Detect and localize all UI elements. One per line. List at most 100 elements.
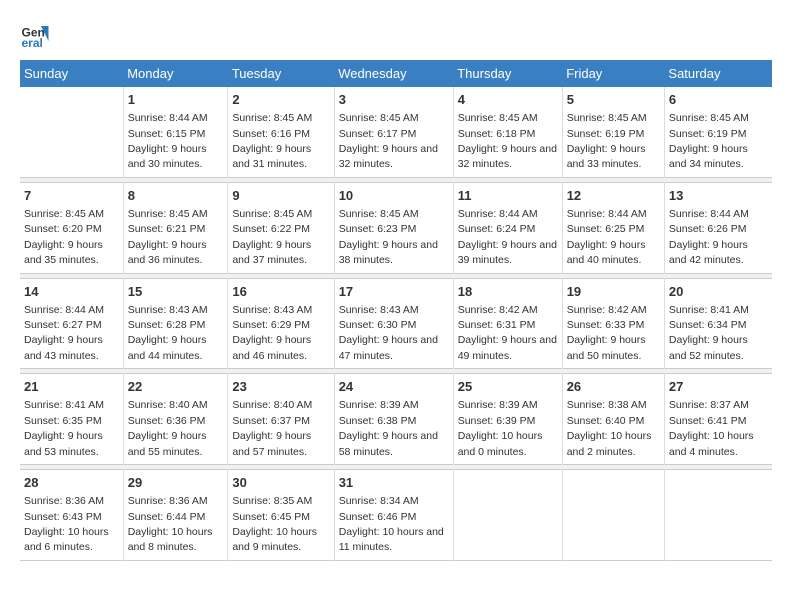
day-number: 15 bbox=[128, 283, 224, 301]
day-number: 1 bbox=[128, 91, 224, 109]
day-number: 4 bbox=[458, 91, 558, 109]
calendar-cell bbox=[20, 87, 123, 177]
daylight-text: Daylight: 9 hours and 47 minutes. bbox=[339, 334, 438, 361]
sunrise-text: Sunrise: 8:40 AM bbox=[232, 399, 312, 411]
calendar-header-row: SundayMondayTuesdayWednesdayThursdayFrid… bbox=[20, 60, 772, 87]
daylight-text: Daylight: 9 hours and 52 minutes. bbox=[669, 334, 748, 361]
sunset-text: Sunset: 6:19 PM bbox=[567, 128, 645, 140]
daylight-text: Daylight: 9 hours and 53 minutes. bbox=[24, 430, 103, 457]
calendar-cell: 1 Sunrise: 8:44 AM Sunset: 6:15 PM Daylight… bbox=[123, 87, 228, 177]
sunset-text: Sunset: 6:26 PM bbox=[669, 223, 747, 235]
day-number: 2 bbox=[232, 91, 329, 109]
sunrise-text: Sunrise: 8:45 AM bbox=[232, 112, 312, 124]
daylight-text: Daylight: 9 hours and 50 minutes. bbox=[567, 334, 646, 361]
daylight-text: Daylight: 9 hours and 30 minutes. bbox=[128, 143, 207, 170]
sunset-text: Sunset: 6:17 PM bbox=[339, 128, 417, 140]
day-number: 19 bbox=[567, 283, 660, 301]
sunrise-text: Sunrise: 8:40 AM bbox=[128, 399, 208, 411]
day-number: 12 bbox=[567, 187, 660, 205]
daylight-text: Daylight: 9 hours and 32 minutes. bbox=[458, 143, 557, 170]
sunset-text: Sunset: 6:15 PM bbox=[128, 128, 206, 140]
sunrise-text: Sunrise: 8:45 AM bbox=[24, 208, 104, 220]
calendar-cell: 14Sunrise: 8:44 AMSunset: 6:27 PMDayligh… bbox=[20, 278, 123, 369]
week-row-4: 21Sunrise: 8:41 AMSunset: 6:35 PMDayligh… bbox=[20, 374, 772, 465]
daylight-text: Daylight: 9 hours and 37 minutes. bbox=[232, 239, 311, 266]
sunset-text: Sunset: 6:38 PM bbox=[339, 415, 417, 427]
day-number: 9 bbox=[232, 187, 329, 205]
day-number: 23 bbox=[232, 378, 329, 396]
sunrise-text: Sunrise: 8:45 AM bbox=[232, 208, 312, 220]
calendar-cell: 7 Sunrise: 8:45 AM Sunset: 6:20 PM Daylight… bbox=[20, 182, 123, 273]
sunset-text: Sunset: 6:18 PM bbox=[458, 128, 536, 140]
calendar-cell bbox=[562, 470, 664, 561]
calendar-cell: 29 Sunrise: 8:36 AM Sunset: 6:44 PM Dayligh… bbox=[123, 470, 228, 561]
day-number: 29 bbox=[128, 474, 224, 492]
sunrise-text: Sunrise: 8:42 AM bbox=[458, 304, 538, 316]
daylight-text: Daylight: 10 hours and 11 minutes. bbox=[339, 526, 444, 553]
daylight-text: Daylight: 9 hours and 35 minutes. bbox=[24, 239, 103, 266]
day-number: 3 bbox=[339, 91, 449, 109]
sunrise-text: Sunrise: 8:36 AM bbox=[128, 495, 208, 507]
sunset-text: Sunset: 6:43 PM bbox=[24, 511, 102, 523]
sunrise-text: Sunrise: 8:45 AM bbox=[567, 112, 647, 124]
calendar-cell: 20Sunrise: 8:41 AMSunset: 6:34 PMDayligh… bbox=[664, 278, 772, 369]
sunset-text: Sunset: 6:40 PM bbox=[567, 415, 645, 427]
day-number: 7 bbox=[24, 187, 119, 205]
calendar-cell bbox=[664, 470, 772, 561]
sunrise-text: Sunrise: 8:41 AM bbox=[669, 304, 749, 316]
day-number: 24 bbox=[339, 378, 449, 396]
calendar-cell: 26Sunrise: 8:38 AMSunset: 6:40 PMDayligh… bbox=[562, 374, 664, 465]
sunset-text: Sunset: 6:21 PM bbox=[128, 223, 206, 235]
sunset-text: Sunset: 6:39 PM bbox=[458, 415, 536, 427]
calendar-cell: 3Sunrise: 8:45 AMSunset: 6:17 PMDaylight… bbox=[334, 87, 453, 177]
day-number: 27 bbox=[669, 378, 768, 396]
sunset-text: Sunset: 6:46 PM bbox=[339, 511, 417, 523]
daylight-text: Daylight: 10 hours and 6 minutes. bbox=[24, 526, 109, 553]
col-header-thursday: Thursday bbox=[453, 60, 562, 87]
sunset-text: Sunset: 6:20 PM bbox=[24, 223, 102, 235]
daylight-text: Daylight: 9 hours and 38 minutes. bbox=[339, 239, 438, 266]
day-number: 21 bbox=[24, 378, 119, 396]
day-number: 26 bbox=[567, 378, 660, 396]
daylight-text: Daylight: 9 hours and 55 minutes. bbox=[128, 430, 207, 457]
sunrise-text: Sunrise: 8:44 AM bbox=[128, 112, 208, 124]
sunset-text: Sunset: 6:31 PM bbox=[458, 319, 536, 331]
day-number: 22 bbox=[128, 378, 224, 396]
daylight-text: Daylight: 9 hours and 40 minutes. bbox=[567, 239, 646, 266]
daylight-text: Daylight: 9 hours and 57 minutes. bbox=[232, 430, 311, 457]
calendar-cell: 9Sunrise: 8:45 AMSunset: 6:22 PMDaylight… bbox=[228, 182, 334, 273]
calendar-cell: 21Sunrise: 8:41 AMSunset: 6:35 PMDayligh… bbox=[20, 374, 123, 465]
calendar-cell: 13Sunrise: 8:44 AMSunset: 6:26 PMDayligh… bbox=[664, 182, 772, 273]
sunrise-text: Sunrise: 8:44 AM bbox=[24, 304, 104, 316]
daylight-text: Daylight: 9 hours and 49 minutes. bbox=[458, 334, 557, 361]
calendar-table: SundayMondayTuesdayWednesdayThursdayFrid… bbox=[20, 60, 772, 561]
calendar-cell: 8Sunrise: 8:45 AMSunset: 6:21 PMDaylight… bbox=[123, 182, 228, 273]
daylight-text: Daylight: 10 hours and 2 minutes. bbox=[567, 430, 652, 457]
sunrise-text: Sunrise: 8:43 AM bbox=[128, 304, 208, 316]
sunset-text: Sunset: 6:16 PM bbox=[232, 128, 310, 140]
day-number: 11 bbox=[458, 187, 558, 205]
sunrise-text: Sunrise: 8:44 AM bbox=[669, 208, 749, 220]
calendar-cell: 2Sunrise: 8:45 AMSunset: 6:16 PMDaylight… bbox=[228, 87, 334, 177]
svg-text:eral: eral bbox=[22, 36, 43, 50]
sunset-text: Sunset: 6:41 PM bbox=[669, 415, 747, 427]
calendar-cell bbox=[453, 470, 562, 561]
sunset-text: Sunset: 6:44 PM bbox=[128, 511, 206, 523]
daylight-text: Daylight: 9 hours and 43 minutes. bbox=[24, 334, 103, 361]
calendar-cell: 28Sunrise: 8:36 AMSunset: 6:43 PMDayligh… bbox=[20, 470, 123, 561]
sunset-text: Sunset: 6:45 PM bbox=[232, 511, 310, 523]
daylight-text: Daylight: 9 hours and 39 minutes. bbox=[458, 239, 557, 266]
sunset-text: Sunset: 6:35 PM bbox=[24, 415, 102, 427]
week-row-5: 28Sunrise: 8:36 AMSunset: 6:43 PMDayligh… bbox=[20, 470, 772, 561]
daylight-text: Daylight: 9 hours and 36 minutes. bbox=[128, 239, 207, 266]
daylight-text: Daylight: 10 hours and 8 minutes. bbox=[128, 526, 213, 553]
day-number: 8 bbox=[128, 187, 224, 205]
calendar-cell: 6Sunrise: 8:45 AMSunset: 6:19 PMDaylight… bbox=[664, 87, 772, 177]
col-header-saturday: Saturday bbox=[664, 60, 772, 87]
sunset-text: Sunset: 6:19 PM bbox=[669, 128, 747, 140]
sunrise-text: Sunrise: 8:45 AM bbox=[458, 112, 538, 124]
calendar-cell: 30Sunrise: 8:35 AMSunset: 6:45 PMDayligh… bbox=[228, 470, 334, 561]
sunset-text: Sunset: 6:27 PM bbox=[24, 319, 102, 331]
sunrise-text: Sunrise: 8:39 AM bbox=[458, 399, 538, 411]
calendar-cell: 15Sunrise: 8:43 AMSunset: 6:28 PMDayligh… bbox=[123, 278, 228, 369]
